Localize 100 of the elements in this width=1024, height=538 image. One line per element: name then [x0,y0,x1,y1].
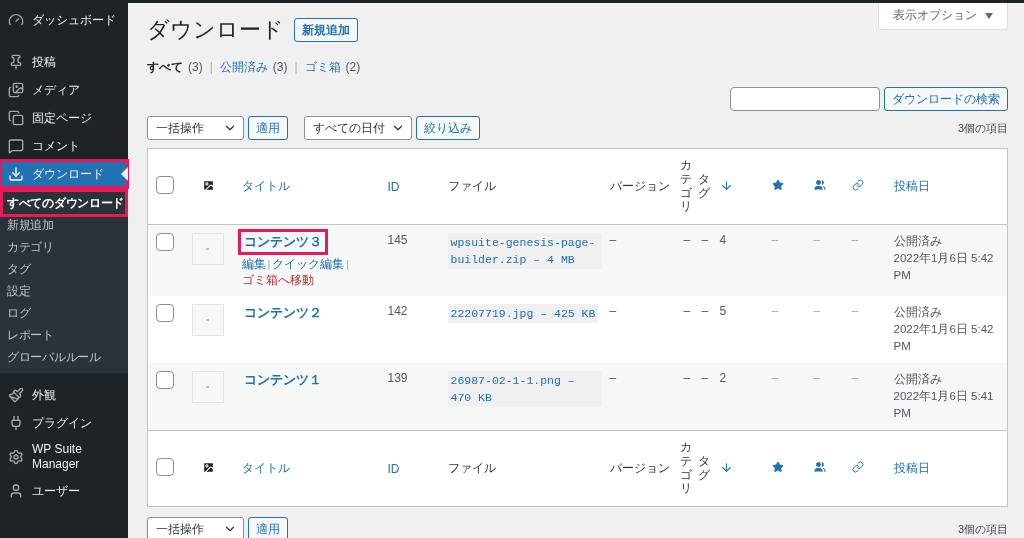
column-sort-link[interactable]: ID [387,461,400,476]
id-text: 145 [387,233,408,247]
link-icon[interactable] [851,461,864,473]
submenu-item[interactable]: レポート [3,324,125,346]
column-header: カテゴリ [679,158,692,215]
menu-item[interactable]: ユーザー [0,477,128,505]
checkbox[interactable] [156,458,174,476]
column-sort-link[interactable]: タイトル [241,179,290,193]
menu-item[interactable]: コメント [0,132,128,160]
thumbnail-placeholder [191,304,224,336]
search-field[interactable] [730,87,880,111]
column-sort-link[interactable]: 投稿日 [893,179,930,193]
star-icon[interactable] [771,461,784,473]
pin-icon [8,54,24,70]
column-header: カテゴリ [679,440,692,497]
menu-item[interactable]: メディア [0,76,128,104]
submenu-item[interactable]: 新規追加 [3,214,125,236]
column-header: ファイル [447,179,496,193]
pages-icon [8,110,24,126]
column-sort-link[interactable]: 投稿日 [893,461,930,475]
images-icon [8,82,24,98]
sort-arrow-icon[interactable] [719,178,733,192]
submenu-item[interactable]: ログ [3,302,125,324]
redirect-text: – [851,304,859,318]
menu-item[interactable]: ダッシュボード [0,6,128,34]
download-title-link[interactable]: コンテンツ２ [241,304,324,322]
view-count: (3) [188,60,203,74]
members-text: – [813,371,821,385]
action-separator: | [267,258,271,270]
menu-item[interactable]: 投稿 [0,48,128,76]
filter-button[interactable]: 絞り込み [416,116,480,140]
edit-link[interactable]: クイック編集 [272,256,345,272]
apply-button[interactable]: 適用 [248,517,288,538]
apply-button[interactable]: 適用 [248,116,288,140]
settings-icon [8,449,24,465]
search-button[interactable]: ダウンロードの検索 [884,87,1008,111]
image-icon [201,460,215,474]
people-icon[interactable] [813,179,826,191]
tag-text: – [701,371,709,385]
column-header: タグ [697,172,710,201]
file-link[interactable]: wpsuite-genesis-page-builder.zip – 4 MB [447,233,602,269]
people-icon[interactable] [813,461,826,473]
members-text: – [813,304,821,318]
column-header: ファイル [447,461,496,475]
submenu-item[interactable]: 設定 [3,280,125,302]
screen-options-button[interactable]: 表示オプション [878,3,1008,30]
view-filter-link[interactable]: 公開済み [219,59,268,76]
view-filter-link[interactable]: ゴミ箱 [304,59,341,76]
id-text: 139 [387,371,408,385]
image-icon [201,178,215,192]
redirect-text: – [851,371,859,385]
menu-item[interactable]: ダウンロード [0,160,128,188]
column-sort-link[interactable]: ID [387,179,400,194]
download-title-link[interactable]: コンテンツ１ [241,371,324,389]
add-new-button[interactable]: 新規追加 [294,18,358,42]
date-text: 2022年1月6日 5:42 PM [893,322,995,354]
version-text: – [609,233,617,247]
view-count: (3) [272,60,288,74]
view-filter-link[interactable]: すべて [147,59,183,76]
thumbnail-placeholder [191,371,224,403]
menu-item[interactable]: WP Suite Manager [0,437,128,477]
edit-link[interactable]: 編集 [241,256,266,272]
redirect-text: – [851,233,859,247]
link-icon[interactable] [851,179,864,191]
status-text: 公開済み [893,372,943,387]
trash-link[interactable]: ゴミ箱へ移動 [241,272,314,288]
category-text: – [683,371,691,385]
submenu-item[interactable]: カテゴリ [3,236,125,258]
menu-item[interactable]: 外観 [0,381,128,409]
submenu-item[interactable]: グローバルルール [3,346,125,368]
featured-text: – [771,371,779,385]
submenu-item[interactable]: タグ [3,258,125,280]
category-text: – [683,233,691,247]
menu-item[interactable]: 固定ページ [0,104,128,132]
column-sort-link[interactable]: タイトル [241,461,290,475]
comment-icon [8,138,24,154]
view-separator: | [209,60,213,74]
submenu-item[interactable]: すべてのダウンロード [3,192,125,214]
item-count: 3個の項目 [957,120,1008,136]
date-select[interactable]: すべての日付 [304,116,412,140]
featured-text: – [771,304,779,318]
checkbox[interactable] [156,371,174,389]
star-icon[interactable] [771,179,784,191]
checkbox[interactable] [156,233,174,251]
menu-item[interactable]: プラグイン [0,409,128,437]
file-link[interactable]: 26987-02-1-1.png – 470 KB [447,371,602,407]
plug-icon [8,415,24,431]
bulk-action-select[interactable]: 一括操作 [147,116,244,140]
dashboard-icon [8,12,24,28]
checkbox[interactable] [156,176,174,194]
checkbox[interactable] [156,304,174,322]
bulk-action-select[interactable]: 一括操作 [147,517,244,538]
column-header: タグ [697,454,710,483]
status-text: 公開済み [893,234,943,249]
user-icon [8,483,24,499]
file-link[interactable]: 22207719.jpg – 425 KB [447,304,599,323]
sort-arrow-icon[interactable] [719,460,733,474]
version-text: – [609,304,617,318]
id-text: 142 [387,304,408,318]
view-count: (2) [345,60,361,74]
